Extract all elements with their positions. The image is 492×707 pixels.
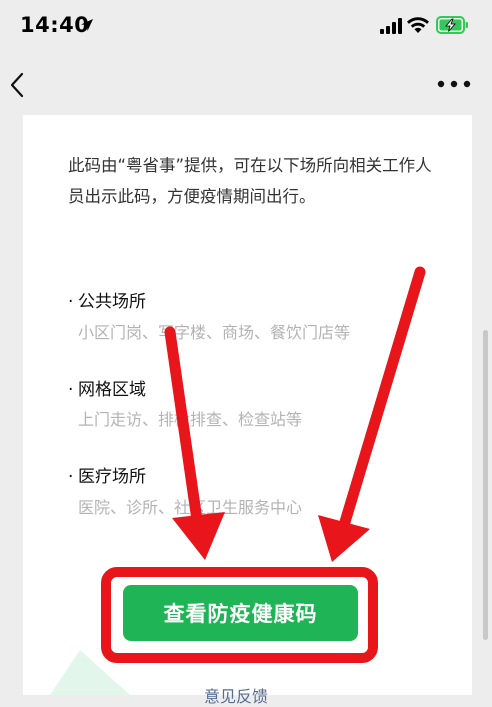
section-desc-public: 小区门岗、写字楼、商场、餐饮门店等 xyxy=(78,323,351,342)
section-title-public: · 公共场所 xyxy=(68,292,146,312)
battery-charging-icon xyxy=(436,16,468,34)
wifi-icon xyxy=(407,17,429,33)
section-title-grid: · 网格区域 xyxy=(68,380,146,400)
section-title-label: 公共场所 xyxy=(78,292,146,312)
section-desc-medical: 医院、诊所、社区卫生服务中心 xyxy=(78,498,303,517)
intro-text: 此码由“粤省事”提供，可在以下场所向相关工作人员出示此码，方便疫情期间出行。 xyxy=(68,156,432,206)
section-title-label: 网格区域 xyxy=(78,380,146,400)
section-title-medical: · 医疗场所 xyxy=(68,467,146,487)
feedback-link[interactable]: 意见反馈 xyxy=(204,683,268,707)
chevron-left-icon[interactable] xyxy=(6,71,28,99)
scrollbar[interactable] xyxy=(483,330,488,640)
section-title-label: 医疗场所 xyxy=(78,467,146,487)
status-bar: 14:40 xyxy=(0,0,492,55)
view-health-code-button[interactable]: 查看防疫健康码 xyxy=(123,585,358,641)
location-arrow-icon xyxy=(81,19,93,31)
more-dots-icon[interactable] xyxy=(436,78,472,90)
cellular-signal-icon xyxy=(380,18,402,34)
nav-bar xyxy=(0,55,492,115)
section-desc-grid: 上门走访、排检排查、检查站等 xyxy=(78,410,303,429)
